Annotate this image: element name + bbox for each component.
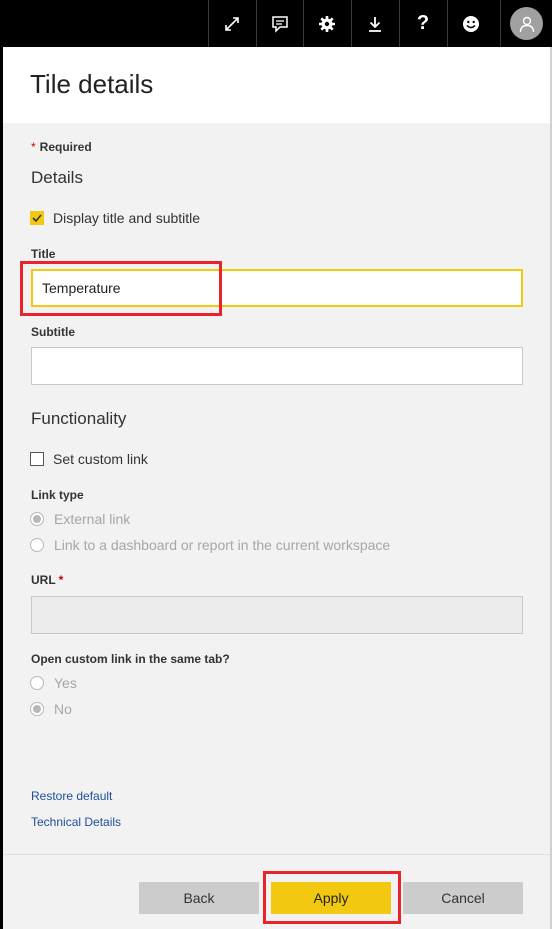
display-title-checkbox[interactable] [30, 211, 44, 225]
footer-divider [3, 854, 550, 855]
required-note: * Required [31, 140, 92, 154]
custom-link-checkbox-row[interactable]: Set custom link [30, 451, 148, 467]
feedback-icon[interactable] [447, 0, 494, 47]
details-heading: Details [31, 168, 83, 187]
radio-label-yes: Yes [54, 675, 77, 691]
technical-details-link[interactable]: Technical Details [31, 815, 121, 829]
same-tab-option-no[interactable]: No [30, 701, 72, 717]
avatar [510, 7, 543, 40]
settings-icon[interactable] [303, 0, 350, 47]
required-label: Required [39, 140, 92, 154]
radio-same-tab-no[interactable] [30, 702, 44, 716]
title-label: Title [31, 247, 56, 261]
subtitle-label: Subtitle [31, 325, 75, 339]
link-type-label: Link type [31, 488, 84, 502]
url-required-star: * [58, 573, 64, 587]
top-toolbar: ? [0, 0, 552, 47]
display-title-checkbox-label: Display title and subtitle [53, 210, 201, 226]
url-label-text: URL [31, 573, 56, 587]
radio-external-link[interactable] [30, 512, 44, 526]
title-input[interactable] [31, 269, 523, 307]
radio-same-tab-yes[interactable] [30, 676, 44, 690]
panel-header: Tile details [3, 47, 550, 123]
back-button[interactable]: Back [139, 882, 259, 914]
expand-icon[interactable] [208, 0, 255, 47]
custom-link-checkbox[interactable] [30, 452, 44, 466]
cancel-button[interactable]: Cancel [403, 882, 523, 914]
link-type-option-workspace[interactable]: Link to a dashboard or report in the cur… [30, 537, 390, 553]
subtitle-input[interactable] [31, 347, 523, 385]
help-icon[interactable]: ? [399, 0, 446, 47]
checkmark-icon [32, 214, 42, 223]
user-avatar-icon[interactable] [500, 0, 552, 47]
link-type-option-external[interactable]: External link [30, 511, 130, 527]
functionality-heading: Functionality [31, 409, 127, 428]
url-input[interactable] [31, 596, 523, 634]
apply-button[interactable]: Apply [271, 882, 391, 914]
radio-label-workspace-link: Link to a dashboard or report in the cur… [54, 537, 391, 553]
panel-left-border [0, 47, 3, 929]
required-star: * [31, 140, 36, 154]
url-label: URL * [31, 573, 63, 587]
radio-label-external-link: External link [54, 511, 131, 527]
comment-icon[interactable] [256, 0, 303, 47]
panel-title: Tile details [30, 69, 154, 99]
radio-workspace-link[interactable] [30, 538, 44, 552]
same-tab-label: Open custom link in the same tab? [31, 652, 230, 666]
display-title-checkbox-row[interactable]: Display title and subtitle [30, 210, 200, 226]
custom-link-checkbox-label: Set custom link [53, 451, 148, 467]
same-tab-option-yes[interactable]: Yes [30, 675, 77, 691]
radio-label-no: No [54, 701, 72, 717]
download-icon[interactable] [351, 0, 398, 47]
restore-default-link[interactable]: Restore default [31, 789, 112, 803]
